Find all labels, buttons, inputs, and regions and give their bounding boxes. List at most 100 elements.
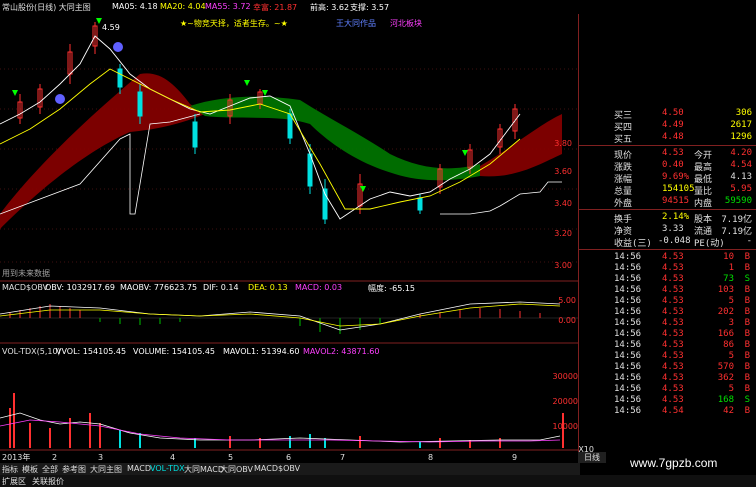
tick-t: 14:56 bbox=[614, 296, 642, 306]
month-7: 7 bbox=[340, 453, 345, 462]
stat-row-price: 现价 4.53 今开 4.20 bbox=[614, 148, 752, 161]
high-price-label: 4.59 bbox=[102, 23, 120, 32]
tick-list[interactable]: 14:56 4.53 10 B 14:56 4.53 1 B 14:56 4.53 73 S 14:56… bbox=[578, 252, 756, 422]
tab-all[interactable]: 全部 bbox=[42, 464, 58, 475]
macd-header: MACD$OBV OBV: 1032917.69 MAOBV: 776623.7… bbox=[0, 282, 578, 294]
stat-row-pct: 涨幅 9.69% 最低 4.13 bbox=[614, 172, 752, 185]
tick-row: 14:56 4.53 3 B bbox=[578, 318, 756, 329]
vol-y-30000: 30000 bbox=[553, 372, 578, 381]
obv-readout: OBV: 1032917.69 bbox=[45, 283, 115, 292]
tick-p: 4.53 bbox=[662, 362, 684, 372]
month-2: 2 bbox=[52, 453, 57, 462]
tick-row: 14:56 4.53 1 B bbox=[578, 263, 756, 274]
tick-row: 14:56 4.53 73 S bbox=[578, 274, 756, 285]
slogan-text: ★~物竞天择，适者生存。~★ bbox=[180, 18, 288, 28]
tick-s: B bbox=[744, 373, 750, 383]
tick-v: 5 bbox=[728, 351, 734, 361]
bid-row-3[interactable]: 买三 4.50 306 bbox=[578, 108, 756, 121]
tick-t: 14:56 bbox=[614, 395, 642, 405]
tick-t: 14:56 bbox=[614, 329, 642, 339]
author-text: 王大同作品 bbox=[336, 18, 376, 28]
tick-v: 5 bbox=[728, 384, 734, 394]
tab-macd-obv[interactable]: MACD$OBV bbox=[254, 464, 300, 473]
tick-v: 570 bbox=[717, 362, 734, 372]
mavol1-readout: MAVOL1: 51394.60 bbox=[223, 347, 300, 356]
tab-macd[interactable]: MACD bbox=[127, 464, 151, 473]
tick-s: B bbox=[744, 362, 750, 372]
stat-row-outer: 外盘 94515 内盘 59590 bbox=[614, 196, 752, 209]
tab-template[interactable]: 模板 bbox=[22, 464, 38, 475]
volume-chart[interactable]: 30000 20000 10000 X10 2013年 2 3 4 5 6 7 … bbox=[0, 358, 600, 463]
tick-t: 14:56 bbox=[614, 340, 642, 350]
tick-row: 14:56 4.53 5 B bbox=[578, 296, 756, 307]
tick-v: 103 bbox=[717, 285, 734, 295]
prev-high-readout: 前高: 3.62 bbox=[310, 3, 350, 12]
tick-s: B bbox=[744, 340, 750, 350]
stat-row-eps: 收益(三) -0.048 PE(动) - bbox=[614, 236, 752, 249]
vol-y-10000: 10000 bbox=[553, 422, 578, 431]
period-tab[interactable]: 日线 bbox=[578, 452, 606, 463]
volume-readout: VOLUME: 154105.45 bbox=[133, 347, 215, 356]
tab-vol-tdx[interactable]: VOL-TDX bbox=[150, 464, 185, 473]
region-text: 河北板块 bbox=[390, 18, 422, 28]
tick-s: B bbox=[744, 296, 750, 306]
macd-chart[interactable]: 5.00 0.00 bbox=[0, 294, 578, 344]
support-readout: 支撑: 3.57 bbox=[350, 3, 390, 12]
tick-v: 73 bbox=[723, 274, 734, 284]
tick-p: 4.53 bbox=[662, 252, 684, 262]
tab-indicator[interactable]: 指标 bbox=[2, 464, 18, 475]
tick-s: B bbox=[744, 252, 750, 262]
tab-datong-main[interactable]: 大同主图 bbox=[90, 464, 122, 475]
bottom-strip: 扩展区 关联报价 bbox=[0, 475, 756, 487]
bid-row-4[interactable]: 买四 4.49 2617 bbox=[578, 120, 756, 133]
tick-row: 14:56 4.53 10 B bbox=[578, 252, 756, 263]
tab-datong-macd[interactable]: 大同MACD bbox=[184, 464, 224, 475]
ma05-readout: MA05: 4.18 bbox=[112, 2, 158, 11]
macd-y-5: 5.00 bbox=[558, 296, 576, 305]
vol-y-20000: 20000 bbox=[553, 397, 578, 406]
tick-v: 5 bbox=[728, 296, 734, 306]
stat-row-net: 净资 3.33 流通 7.19亿 bbox=[614, 224, 752, 237]
tick-t: 14:56 bbox=[614, 274, 642, 284]
tick-p: 4.53 bbox=[662, 274, 684, 284]
tick-t: 14:56 bbox=[614, 285, 642, 295]
month-5: 5 bbox=[228, 453, 233, 462]
red-cloud-right bbox=[480, 114, 562, 177]
extension-area-button[interactable]: 扩展区 bbox=[2, 476, 26, 487]
month-6: 6 bbox=[286, 453, 291, 462]
y-tick-3-40: 3.40 bbox=[554, 199, 572, 208]
tick-p: 4.53 bbox=[662, 263, 684, 273]
tick-v: 168 bbox=[717, 395, 734, 405]
tick-v: 202 bbox=[717, 307, 734, 317]
month-9: 9 bbox=[512, 453, 517, 462]
dif-readout: DIF: 0.14 bbox=[203, 283, 239, 292]
tick-s: B bbox=[744, 384, 750, 394]
ma20-readout: MA20: 4.04 bbox=[160, 2, 206, 11]
y-tick-3-00: 3.00 bbox=[554, 261, 572, 270]
tick-row: 14:56 4.53 5 B bbox=[578, 384, 756, 395]
tick-t: 14:56 bbox=[614, 384, 642, 394]
ma05-line bbox=[0, 35, 521, 220]
tick-p: 4.53 bbox=[662, 329, 684, 339]
tick-row: 14:56 4.53 166 B bbox=[578, 329, 756, 340]
tick-p: 4.53 bbox=[662, 373, 684, 383]
volume-header: VOL-TDX(5,10) VVOL: 154105.45 VOLUME: 15… bbox=[0, 346, 578, 358]
tick-s: B bbox=[744, 285, 750, 295]
tick-t: 14:56 bbox=[614, 263, 642, 273]
month-4: 4 bbox=[170, 453, 175, 462]
tick-v: 10 bbox=[723, 252, 734, 262]
tick-row: 14:56 4.53 5 B bbox=[578, 351, 756, 362]
tab-datong-obv[interactable]: 大同OBV bbox=[220, 464, 253, 475]
tick-p: 4.53 bbox=[662, 285, 684, 295]
main-price-chart[interactable]: 4.59 ★~物竞天择，适者生存。~★ 王大同作品 河北板块 用到未来数据 3.… bbox=[0, 14, 578, 282]
watermark: www.7gpzb.com bbox=[630, 456, 718, 470]
tick-t: 14:56 bbox=[614, 351, 642, 361]
bid-row-5[interactable]: 买五 4.48 1296 bbox=[578, 132, 756, 145]
tab-reference[interactable]: 参考图 bbox=[62, 464, 86, 475]
mavol1-line bbox=[0, 412, 561, 443]
tick-p: 4.53 bbox=[662, 340, 684, 350]
support-line-right bbox=[440, 181, 562, 215]
linked-quote-button[interactable]: 关联报价 bbox=[32, 476, 64, 487]
tick-s: B bbox=[744, 307, 750, 317]
tick-v: 3 bbox=[728, 318, 734, 328]
